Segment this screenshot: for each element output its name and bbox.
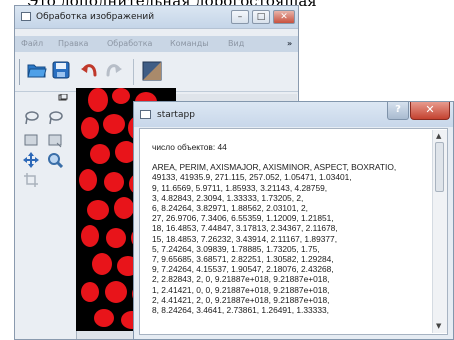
- menu-commands[interactable]: Команды: [170, 39, 209, 48]
- red-object: [106, 228, 126, 248]
- red-object: [79, 169, 97, 191]
- menubar: Файл Правка Обработка Команды Вид »: [15, 36, 298, 52]
- rect-select-icon[interactable]: [23, 132, 39, 148]
- menu-process[interactable]: Обработка: [107, 39, 152, 48]
- save-icon[interactable]: [52, 61, 70, 79]
- data-line: 1, 2.41421, 0, 0, 9.21887e+018, 9.21887e…: [152, 284, 330, 295]
- maximize-button[interactable]: □: [252, 10, 270, 24]
- zoom-icon[interactable]: [47, 152, 63, 168]
- console-window-icon: [140, 110, 151, 119]
- output-text-box[interactable]: число объектов: 44 AREA, PERIM, AXISMAJOR…: [139, 128, 448, 335]
- data-line: 15, 18.4853, 7.26232, 3.43914, 2.11167, …: [152, 233, 338, 244]
- menu-overflow-chevron[interactable]: »: [287, 39, 292, 48]
- red-object: [81, 117, 99, 139]
- output-text[interactable]: число объектов: 44 AREA, PERIM, AXISMAJOR…: [152, 142, 432, 334]
- data-line: 9, 7.24264, 4.15537, 1.90547, 2.18076, 2…: [152, 264, 334, 275]
- folder-open-icon[interactable]: [27, 61, 47, 79]
- data-lines: 49133, 41935.9, 271.115, 257.052, 1.0547…: [152, 172, 432, 315]
- red-object: [88, 88, 108, 112]
- startapp-close-button[interactable]: ✕: [410, 102, 450, 120]
- move-icon[interactable]: [23, 152, 39, 168]
- data-line: 6, 8.24264, 3.82971, 1.88562, 2.03101, 2…: [152, 203, 309, 214]
- startapp-titlebar[interactable]: startapp ? ✕: [134, 102, 453, 127]
- red-object: [87, 200, 109, 220]
- data-line: 49133, 41935.9, 271.115, 257.052, 1.0547…: [152, 172, 352, 183]
- data-line: 3, 4.82843, 2.3094, 1.33333, 1.73205, 2,: [152, 192, 304, 203]
- toolbar-grip[interactable]: [19, 59, 20, 85]
- redo-arrow-icon[interactable]: [105, 61, 123, 79]
- red-object: [92, 253, 112, 275]
- undo-arrow-icon[interactable]: [80, 61, 98, 79]
- minimize-button[interactable]: –: [231, 10, 249, 24]
- image-thumbnail-icon[interactable]: [142, 61, 162, 81]
- toolbar-separator: [133, 59, 134, 85]
- close-button[interactable]: ✕: [273, 10, 295, 24]
- toolbar: [15, 53, 298, 92]
- red-object: [94, 309, 114, 327]
- tools-dock: [20, 94, 72, 254]
- vertical-scrollbar[interactable]: ▲ ▼: [432, 130, 447, 333]
- menu-file[interactable]: Файл: [21, 39, 43, 48]
- lasso-icon[interactable]: [23, 110, 39, 126]
- main-titlebar[interactable]: Обработка изображений – □ ✕: [15, 6, 298, 29]
- red-object: [81, 282, 99, 302]
- red-object: [114, 197, 134, 219]
- lasso-icon[interactable]: [47, 110, 63, 126]
- data-line: 7, 9.65685, 3.68571, 2.82251, 1.30582, 1…: [152, 254, 334, 265]
- data-line: 18, 16.4853, 7.44847, 3.17813, 2.34367, …: [152, 223, 338, 234]
- header-line: AREA, PERIM, AXISMAJOR, AXISMINOR, ASPEC…: [152, 162, 397, 173]
- data-line: 5, 7.24264, 3.09839, 1.78885, 1.73205, 1…: [152, 243, 320, 254]
- help-button[interactable]: ?: [387, 102, 409, 120]
- data-line: 27, 26.9706, 7.3406, 6.55359, 1.12009, 1…: [152, 213, 334, 224]
- red-object: [104, 172, 124, 192]
- crop-icon[interactable]: [23, 172, 39, 188]
- data-line: 9, 11.6569, 5.9711, 1.85933, 3.21143, 4.…: [152, 182, 328, 193]
- red-object: [90, 144, 110, 164]
- red-object: [103, 114, 125, 134]
- startapp-title: startapp: [157, 110, 195, 120]
- menu-edit[interactable]: Правка: [58, 39, 88, 48]
- red-object: [81, 225, 99, 247]
- object-count-line: число объектов: 44: [152, 142, 227, 152]
- app-window-icon: [21, 12, 31, 21]
- red-object: [105, 281, 127, 303]
- startapp-window: startapp ? ✕ число объектов: 44 AREA, PER…: [133, 101, 454, 340]
- rect-select-icon[interactable]: [47, 132, 63, 148]
- dock-float-icon[interactable]: [58, 94, 68, 102]
- data-line: 8, 8.24264, 3.4641, 2.73861, 1.26491, 1.…: [152, 305, 329, 316]
- scroll-up-arrow-icon[interactable]: ▲: [436, 132, 441, 140]
- scroll-thumb[interactable]: [435, 142, 444, 192]
- data-line: 2, 2.82843, 2, 0, 9.21887e+018, 9.21887e…: [152, 274, 330, 285]
- main-window-title: Обработка изображений: [36, 12, 155, 22]
- red-object: [112, 88, 130, 104]
- data-line: 2, 4.41421, 2, 0, 9.21887e+018, 9.21887e…: [152, 294, 330, 305]
- scroll-down-arrow-icon[interactable]: ▼: [436, 322, 441, 330]
- menu-view[interactable]: Вид: [228, 39, 244, 48]
